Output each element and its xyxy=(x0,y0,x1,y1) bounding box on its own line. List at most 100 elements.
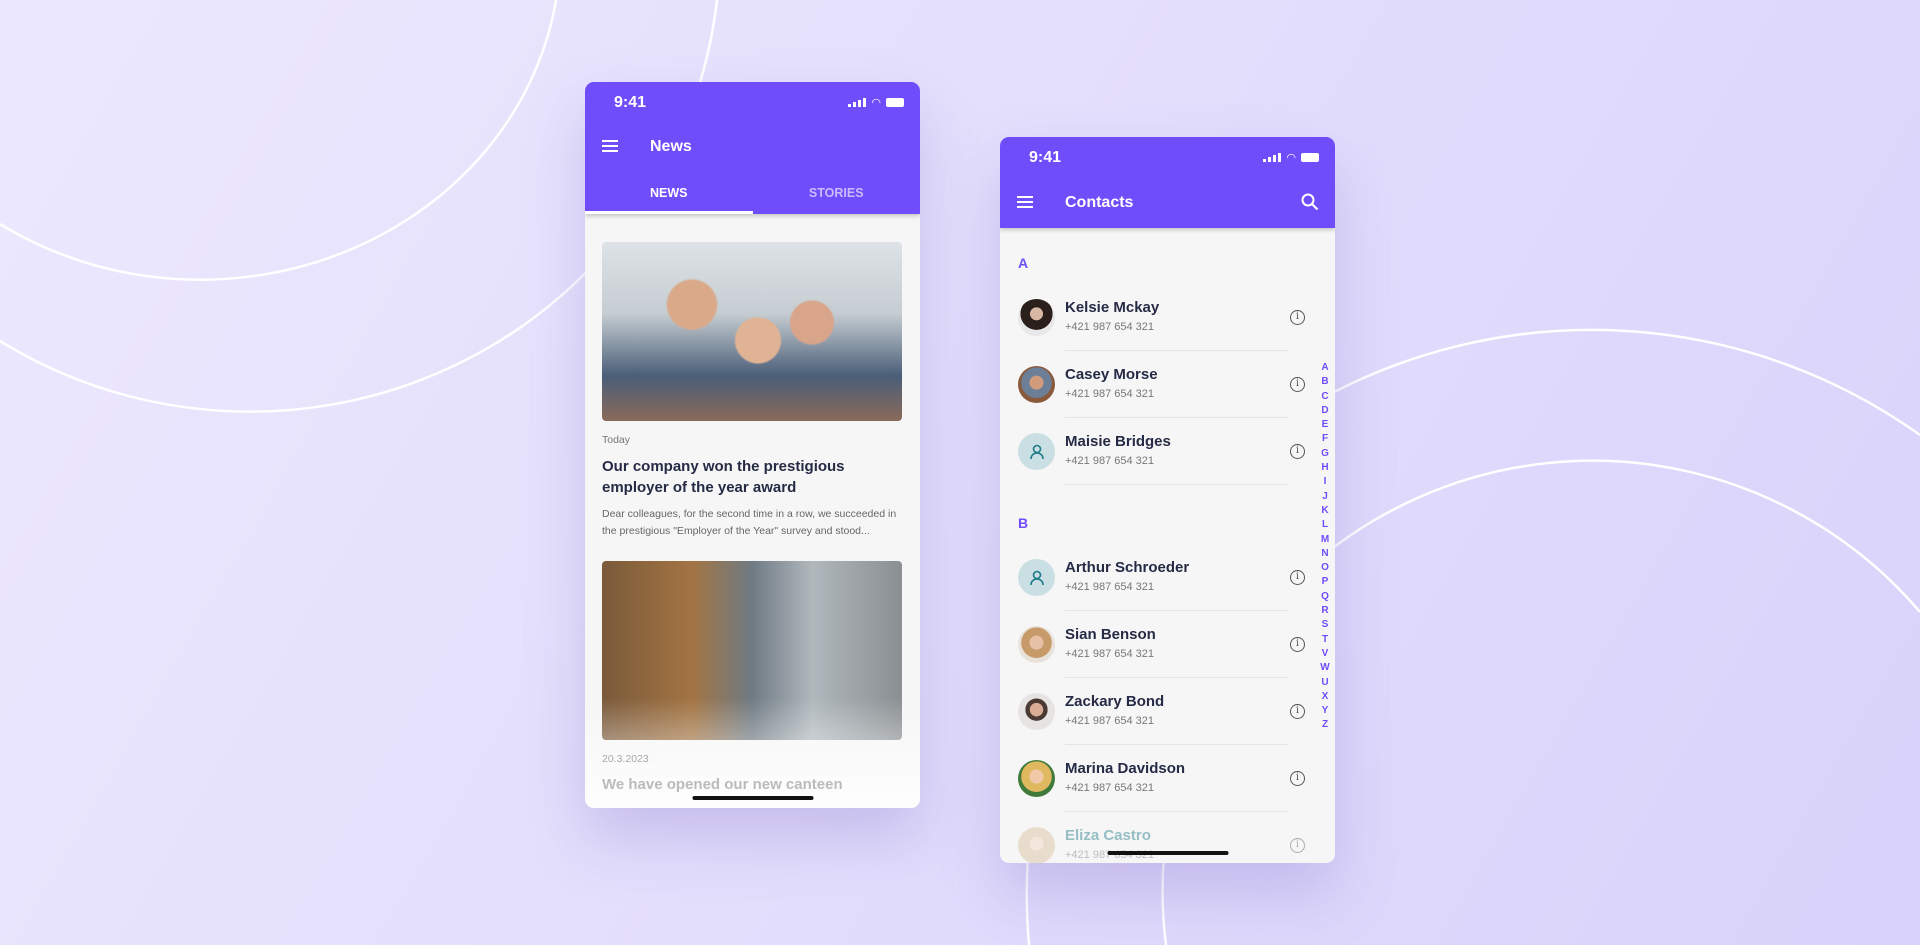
article-date: Today xyxy=(602,434,631,446)
arc xyxy=(0,0,558,281)
info-icon[interactable]: i xyxy=(1290,771,1305,786)
article-title[interactable]: We have opened our new canteen xyxy=(602,774,902,795)
contact-phone: +421 987 654 321 xyxy=(1065,715,1155,727)
person-icon xyxy=(1029,444,1044,459)
contact-name: Casey Morse xyxy=(1065,366,1158,383)
status-icons: ◠ xyxy=(1263,151,1319,164)
avatar xyxy=(1018,366,1055,403)
search-icon[interactable] xyxy=(1301,193,1319,211)
section-header-a: A xyxy=(1018,255,1029,271)
info-icon[interactable]: i xyxy=(1290,570,1305,585)
index-letter[interactable]: Q xyxy=(1321,590,1329,604)
contact-row[interactable]: Eliza Castro +421 987 654 321 i xyxy=(1000,812,1310,863)
section-header-b: B xyxy=(1018,515,1029,531)
article-date: 20.3.2023 xyxy=(602,753,649,765)
news-screen: 9:41 ◠ News NEWS STORIES Today Our compa… xyxy=(585,82,920,808)
contact-phone: +421 987 654 321 xyxy=(1065,388,1155,400)
avatar xyxy=(1018,827,1055,863)
index-letter[interactable]: F xyxy=(1322,432,1328,446)
contact-row[interactable]: Marina Davidson +421 987 654 321 i xyxy=(1000,745,1310,812)
index-letter[interactable]: G xyxy=(1321,447,1329,461)
contact-row[interactable]: Kelsie Mckay +421 987 654 321 i xyxy=(1000,284,1310,351)
contact-phone: +421 987 654 321 xyxy=(1065,321,1155,333)
contact-name: Zackary Bond xyxy=(1065,693,1165,710)
contact-phone: +421 987 654 321 xyxy=(1065,581,1155,593)
home-indicator[interactable] xyxy=(1107,851,1228,855)
index-letter[interactable]: X xyxy=(1322,690,1329,704)
signal-icon xyxy=(848,98,867,107)
info-icon[interactable]: i xyxy=(1290,444,1305,459)
tab-news[interactable]: NEWS xyxy=(585,176,753,214)
contact-row[interactable]: Zackary Bond +421 987 654 321 i xyxy=(1000,678,1310,745)
battery-icon xyxy=(886,98,904,107)
contact-row[interactable]: Maisie Bridges +421 987 654 321 i xyxy=(1000,418,1310,485)
index-letter[interactable]: R xyxy=(1321,604,1328,618)
contact-row[interactable]: Arthur Schroeder +421 987 654 321 i xyxy=(1000,544,1310,611)
info-icon[interactable]: i xyxy=(1290,637,1305,652)
index-letter[interactable]: D xyxy=(1321,404,1328,418)
wifi-icon: ◠ xyxy=(1286,152,1296,164)
index-letter[interactable]: V xyxy=(1322,647,1329,661)
index-letter[interactable]: H xyxy=(1321,461,1328,475)
person-icon xyxy=(1029,570,1044,585)
index-letter[interactable]: C xyxy=(1321,390,1328,404)
info-icon[interactable]: i xyxy=(1290,704,1305,719)
avatar-placeholder xyxy=(1018,433,1055,470)
page-title: News xyxy=(650,138,692,155)
status-time: 9:41 xyxy=(1029,149,1062,166)
alphabet-index[interactable]: ABCDEFGHIJKLMNOPQRSTVWUXYZ xyxy=(1319,361,1331,733)
contact-name: Eliza Castro xyxy=(1065,827,1151,844)
contact-row[interactable]: Casey Morse +421 987 654 321 i xyxy=(1000,351,1310,418)
article-image[interactable] xyxy=(602,242,902,421)
index-letter[interactable]: E xyxy=(1322,418,1329,432)
article-title[interactable]: Our company won the prestigious employer… xyxy=(602,456,902,498)
index-letter[interactable]: I xyxy=(1324,475,1327,489)
battery-icon xyxy=(1301,153,1319,162)
index-letter[interactable]: K xyxy=(1321,504,1328,518)
hamburger-icon[interactable] xyxy=(1017,196,1033,208)
avatar xyxy=(1018,693,1055,730)
wifi-icon: ◠ xyxy=(871,97,881,109)
index-letter[interactable]: S xyxy=(1322,618,1329,632)
contact-name: Sian Benson xyxy=(1065,626,1156,643)
index-letter[interactable]: O xyxy=(1321,561,1329,575)
tab-stories[interactable]: STORIES xyxy=(753,176,921,214)
index-letter[interactable]: W xyxy=(1320,661,1329,675)
avatar xyxy=(1018,626,1055,663)
index-letter[interactable]: N xyxy=(1321,547,1328,561)
news-app-bar: 9:41 ◠ News NEWS STORIES xyxy=(585,82,920,214)
contact-phone: +421 987 654 321 xyxy=(1065,782,1155,794)
index-letter[interactable]: U xyxy=(1321,676,1328,690)
contacts-screen: 9:41 ◠ Contacts A Kelsie Mckay +421 987 … xyxy=(1000,137,1335,863)
info-icon[interactable]: i xyxy=(1290,838,1305,853)
index-letter[interactable]: M xyxy=(1321,533,1329,547)
article-excerpt: Dear colleagues, for the second time in … xyxy=(602,508,897,537)
index-letter[interactable]: Z xyxy=(1322,718,1328,732)
avatar xyxy=(1018,299,1055,336)
signal-icon xyxy=(1263,153,1282,162)
status-time: 9:41 xyxy=(614,94,647,111)
home-indicator[interactable] xyxy=(692,796,813,800)
contact-name: Maisie Bridges xyxy=(1065,433,1171,450)
contact-phone: +421 987 654 321 xyxy=(1065,455,1155,467)
contact-name: Kelsie Mckay xyxy=(1065,299,1160,316)
contact-phone: +421 987 654 321 xyxy=(1065,648,1155,660)
contact-row[interactable]: Sian Benson +421 987 654 321 i xyxy=(1000,611,1310,678)
index-letter[interactable]: Y xyxy=(1322,704,1329,718)
index-letter[interactable]: T xyxy=(1322,633,1328,647)
avatar xyxy=(1018,760,1055,797)
divider xyxy=(1065,484,1288,485)
background-arcs xyxy=(0,0,1920,945)
index-letter[interactable]: P xyxy=(1322,575,1329,589)
index-letter[interactable]: B xyxy=(1321,375,1328,389)
contact-name: Arthur Schroeder xyxy=(1065,559,1190,576)
info-icon[interactable]: i xyxy=(1290,377,1305,392)
index-letter[interactable]: A xyxy=(1321,361,1328,375)
hamburger-icon[interactable] xyxy=(602,140,618,152)
index-letter[interactable]: J xyxy=(1322,490,1328,504)
contact-name: Marina Davidson xyxy=(1065,760,1186,777)
info-icon[interactable]: i xyxy=(1290,310,1305,325)
index-letter[interactable]: L xyxy=(1322,518,1328,532)
page-title: Contacts xyxy=(1065,194,1134,211)
status-icons: ◠ xyxy=(848,96,904,109)
